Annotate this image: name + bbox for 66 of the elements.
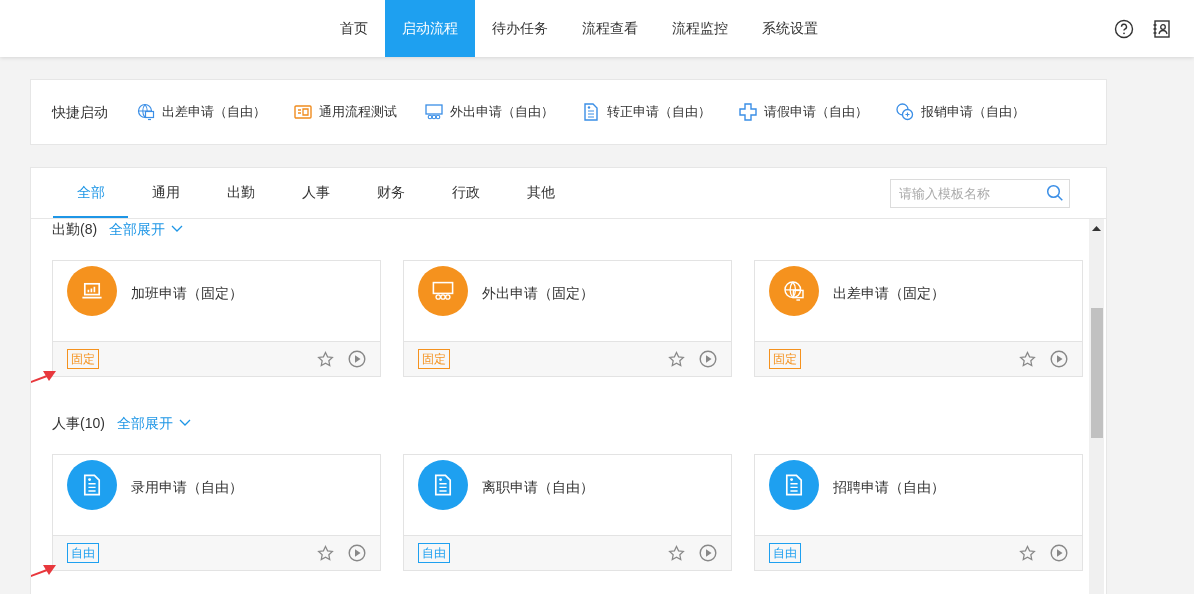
play-icon[interactable] [348, 350, 366, 368]
globe-monitor-icon [136, 102, 156, 122]
category-tab[interactable]: 其他 [503, 168, 578, 218]
quick-start-link[interactable]: 通用流程测试 [293, 102, 397, 122]
template-title: 加班申请（固定） [131, 284, 243, 303]
search-icon[interactable] [1046, 183, 1064, 202]
nav-tab[interactable]: 流程查看 [565, 0, 655, 57]
category-tab[interactable]: 出勤 [203, 168, 278, 218]
template-title: 录用申请（自由） [131, 478, 243, 497]
template-tag: 自由 [418, 543, 450, 563]
board-icon [293, 102, 313, 122]
template-card[interactable]: 招聘申请（自由） 自由 [754, 454, 1083, 571]
search-field[interactable]: 请输入模板名称 [890, 178, 1070, 208]
category-tab[interactable]: 人事 [278, 168, 353, 218]
template-title: 离职申请（自由） [482, 478, 594, 497]
template-card[interactable]: 录用申请（自由） 自由 [52, 454, 381, 571]
template-tag: 固定 [769, 349, 801, 369]
quick-start-link[interactable]: 转正申请（自由） [581, 102, 711, 122]
template-tag: 自由 [769, 543, 801, 563]
play-icon[interactable] [699, 350, 717, 368]
scrollbar[interactable] [1089, 219, 1104, 594]
chevron-down-icon [171, 225, 184, 233]
category-tab[interactable]: 通用 [128, 168, 203, 218]
presentation-icon [431, 279, 455, 303]
quick-start-link[interactable]: 请假申请（自由） [738, 102, 868, 122]
presentation-icon [424, 102, 444, 122]
template-title: 招聘申请（自由） [833, 478, 945, 497]
quick-start-link[interactable]: 外出申请（自由） [424, 102, 554, 122]
nav-tab[interactable]: 系统设置 [745, 0, 835, 57]
template-card[interactable]: 出差申请（固定） 固定 [754, 260, 1083, 377]
nav-tab[interactable]: 首页 [323, 0, 385, 57]
help-icon[interactable] [1114, 18, 1134, 39]
star-icon[interactable] [317, 544, 334, 562]
scroll-up-icon[interactable] [1092, 225, 1101, 231]
category-tab[interactable]: 行政 [428, 168, 503, 218]
play-icon[interactable] [1050, 544, 1068, 562]
play-icon[interactable] [699, 544, 717, 562]
star-icon[interactable] [1019, 544, 1036, 562]
star-icon[interactable] [317, 350, 334, 368]
star-icon[interactable] [668, 350, 685, 368]
template-title: 外出申请（固定） [482, 284, 594, 303]
chevron-down-icon [178, 419, 191, 427]
contact-card-icon[interactable] [1152, 18, 1172, 39]
document-icon [581, 102, 601, 122]
quick-start-link[interactable]: 出差申请（自由） [136, 102, 266, 122]
template-tag: 固定 [67, 349, 99, 369]
star-icon[interactable] [1019, 350, 1036, 368]
group-title: 人事(10) [52, 413, 105, 433]
template-title: 出差申请（固定） [833, 284, 945, 303]
template-tag: 自由 [67, 543, 99, 563]
coins-icon [895, 102, 915, 122]
play-icon[interactable] [1050, 350, 1068, 368]
category-tab[interactable]: 财务 [353, 168, 428, 218]
cross-icon [738, 102, 758, 122]
star-icon[interactable] [668, 544, 685, 562]
template-card[interactable]: 离职申请（自由） 自由 [403, 454, 732, 571]
group-title: 出勤(8) [52, 219, 98, 239]
template-card[interactable]: 外出申请（固定） 固定 [403, 260, 732, 377]
globe-monitor-icon [782, 279, 806, 303]
quick-start-label: 快捷启动 [52, 102, 108, 122]
play-icon[interactable] [348, 544, 366, 562]
nav-tab[interactable]: 流程监控 [655, 0, 745, 57]
template-card[interactable]: 加班申请（固定） 固定 [52, 260, 381, 377]
quick-start-link[interactable]: 报销申请（自由） [895, 102, 1025, 122]
template-tag: 固定 [418, 349, 450, 369]
nav-tab[interactable]: 待办任务 [475, 0, 565, 57]
